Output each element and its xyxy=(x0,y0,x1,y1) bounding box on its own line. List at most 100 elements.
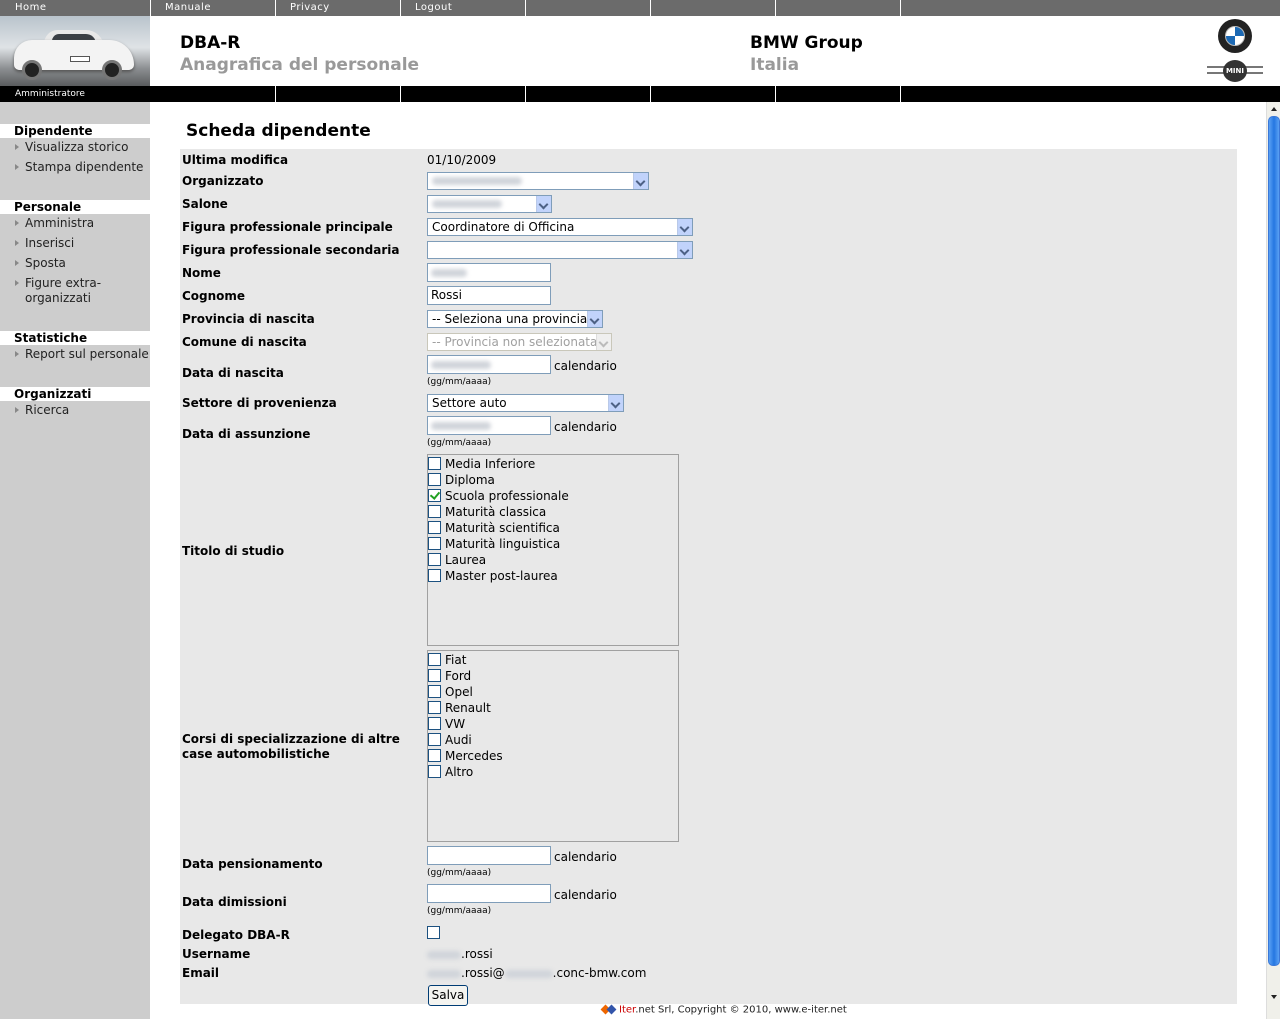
value-ultima-modifica: 01/10/2009 xyxy=(427,153,497,167)
chevron-down-icon xyxy=(608,395,623,411)
corso-option[interactable]: Mercedes xyxy=(428,748,678,764)
data-assunzione-input[interactable] xyxy=(427,416,551,435)
checkbox[interactable] xyxy=(428,505,441,518)
provincia-select[interactable]: -- Seleziona una provincia -- xyxy=(427,310,603,328)
corso-option-label: Mercedes xyxy=(445,749,503,763)
corso-option[interactable]: Renault xyxy=(428,700,678,716)
nav-logout-link[interactable]: Logout xyxy=(401,0,526,16)
titolo-option[interactable]: Media Inferiore xyxy=(428,456,678,472)
calendar-link[interactable]: calendario xyxy=(554,420,617,434)
titolo-option-label: Maturità classica xyxy=(445,505,547,519)
calendar-link[interactable]: calendario xyxy=(554,850,617,864)
sidebar-item-inserisci[interactable]: Inserisci xyxy=(0,236,150,256)
titolo-option[interactable]: Master post-laurea xyxy=(428,568,678,584)
checkbox[interactable] xyxy=(428,457,441,470)
chevron-down-icon xyxy=(596,334,611,350)
arrow-right-icon xyxy=(15,144,19,150)
date-format-hint: (gg/mm/aaaa) xyxy=(427,438,492,448)
header-black-bar xyxy=(0,86,1280,102)
mini-logo-icon: MINI xyxy=(1207,60,1263,82)
corso-option-label: VW xyxy=(445,717,466,731)
arrow-right-icon xyxy=(15,164,19,170)
titolo-option[interactable]: Scuola professionale xyxy=(428,488,678,504)
value-username: .rossi xyxy=(427,947,493,961)
checkbox[interactable] xyxy=(428,701,441,714)
sidebar-item-ricerca[interactable]: Ricerca xyxy=(0,403,150,423)
checkbox[interactable] xyxy=(428,733,441,746)
label-nome: Nome xyxy=(182,266,221,280)
nav-empty-cell xyxy=(776,0,901,16)
titolo-option-label: Media Inferiore xyxy=(445,457,536,471)
company-name: BMW Group xyxy=(750,33,863,53)
corso-option[interactable]: Altro xyxy=(428,764,678,780)
organizzato-select[interactable] xyxy=(427,172,649,190)
titolo-option[interactable]: Maturità classica xyxy=(428,504,678,520)
footer-text: .net Srl, Copyright © 2010, www.e-iter.n… xyxy=(635,1004,847,1016)
label-corsi-specializzazione: Corsi di specializzazione di altre case … xyxy=(182,732,400,761)
label-email: Email xyxy=(182,966,220,980)
figura-principale-select[interactable]: Coordinatore di Officina xyxy=(427,218,693,236)
checkbox[interactable] xyxy=(428,473,441,486)
sidebar-item-report-personale[interactable]: Report sul personale xyxy=(0,347,150,367)
sidebar-item-amministra[interactable]: Amministra xyxy=(0,216,150,236)
corso-option[interactable]: VW xyxy=(428,716,678,732)
label-delegato: Delegato DBA-R xyxy=(182,928,290,942)
checkbox[interactable] xyxy=(428,653,441,666)
data-pensionamento-input[interactable] xyxy=(427,846,551,865)
titolo-option[interactable]: Diploma xyxy=(428,472,678,488)
corso-option[interactable]: Ford xyxy=(428,668,678,684)
vertical-scrollbar[interactable] xyxy=(1266,102,1280,1019)
label-figura-principale: Figura professionale principale xyxy=(182,220,393,234)
label-data-nascita: Data di nascita xyxy=(182,366,284,380)
nav-manuale-link[interactable]: Manuale xyxy=(151,0,276,16)
scroll-down-arrow-icon[interactable] xyxy=(1268,991,1280,1003)
checkbox[interactable] xyxy=(428,537,441,550)
chevron-down-icon xyxy=(633,173,648,189)
checkbox[interactable] xyxy=(428,717,441,730)
titolo-option[interactable]: Laurea xyxy=(428,552,678,568)
corso-option[interactable]: Audi xyxy=(428,732,678,748)
checkbox[interactable] xyxy=(428,749,441,762)
label-comune: Comune di nascita xyxy=(182,335,307,349)
cognome-input[interactable]: Rossi xyxy=(427,286,551,305)
titolo-option-label: Laurea xyxy=(445,553,487,567)
sidebar-item-figure-extra-organizzati[interactable]: Figure extra- organizzati xyxy=(0,276,150,308)
checkbox[interactable] xyxy=(428,669,441,682)
checkbox[interactable] xyxy=(428,765,441,778)
settore-select[interactable]: Settore auto xyxy=(427,394,624,412)
sidebar-item-stampa-dipendente[interactable]: Stampa dipendente xyxy=(0,160,150,180)
checkbox[interactable] xyxy=(428,489,441,502)
data-nascita-input[interactable] xyxy=(427,355,551,374)
nav-privacy-link[interactable]: Privacy xyxy=(276,0,401,16)
nav-home-link[interactable]: Home xyxy=(0,0,151,16)
checkbox[interactable] xyxy=(428,569,441,582)
titolo-option[interactable]: Maturità scientifica xyxy=(428,520,678,536)
arrow-right-icon xyxy=(15,280,19,286)
sidebar-item-visualizza-storico[interactable]: Visualizza storico xyxy=(0,140,150,160)
titolo-option[interactable]: Maturità linguistica xyxy=(428,536,678,552)
delegato-checkbox[interactable] xyxy=(427,926,440,939)
arrow-right-icon xyxy=(15,240,19,246)
label-organizzato: Organizzato xyxy=(182,174,264,188)
scroll-up-arrow-icon[interactable] xyxy=(1268,103,1280,115)
comune-select[interactable]: -- Provincia non selezionata -- xyxy=(427,333,612,351)
sidebar-item-sposta[interactable]: Sposta xyxy=(0,256,150,276)
figura-secondaria-select[interactable] xyxy=(427,241,693,259)
save-button[interactable]: Salva xyxy=(428,985,468,1006)
footer: Iter.net Srl, Copyright © 2010, www.e-it… xyxy=(602,1004,847,1016)
date-format-hint: (gg/mm/aaaa) xyxy=(427,868,492,878)
checkbox[interactable] xyxy=(428,685,441,698)
calendar-link[interactable]: calendario xyxy=(554,359,617,373)
checkbox[interactable] xyxy=(428,553,441,566)
corso-option[interactable]: Opel xyxy=(428,684,678,700)
salone-select[interactable] xyxy=(427,195,552,213)
checkbox[interactable] xyxy=(428,521,441,534)
nome-input[interactable] xyxy=(427,263,551,282)
corso-option[interactable]: Fiat xyxy=(428,652,678,668)
calendar-link[interactable]: calendario xyxy=(554,888,617,902)
arrow-right-icon xyxy=(15,260,19,266)
data-dimissioni-input[interactable] xyxy=(427,884,551,903)
scrollbar-thumb[interactable] xyxy=(1268,116,1280,966)
label-data-assunzione: Data di assunzione xyxy=(182,427,311,441)
top-nav: Home Manuale Privacy Logout xyxy=(0,0,1280,16)
